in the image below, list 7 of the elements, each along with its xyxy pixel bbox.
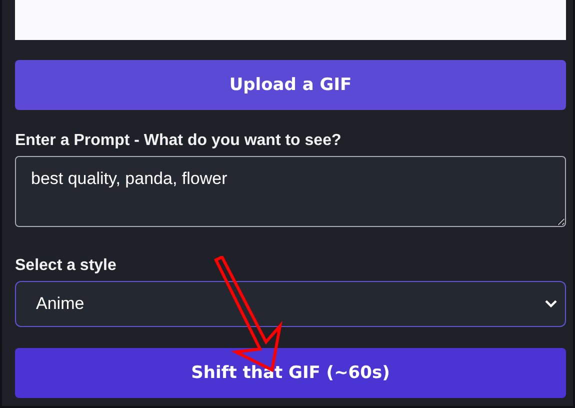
prompt-field[interactable]: best quality, panda, flower (15, 156, 566, 227)
submit-button[interactable]: Shift that GIF (~60s) (15, 348, 566, 398)
upload-button[interactable]: Upload a GIF (15, 60, 566, 110)
style-label: Select a style (15, 257, 118, 275)
chevron-down-icon (544, 299, 558, 309)
style-select[interactable]: Anime (15, 281, 566, 327)
prompt-label: Enter a Prompt - What do you want to see? (15, 132, 342, 150)
